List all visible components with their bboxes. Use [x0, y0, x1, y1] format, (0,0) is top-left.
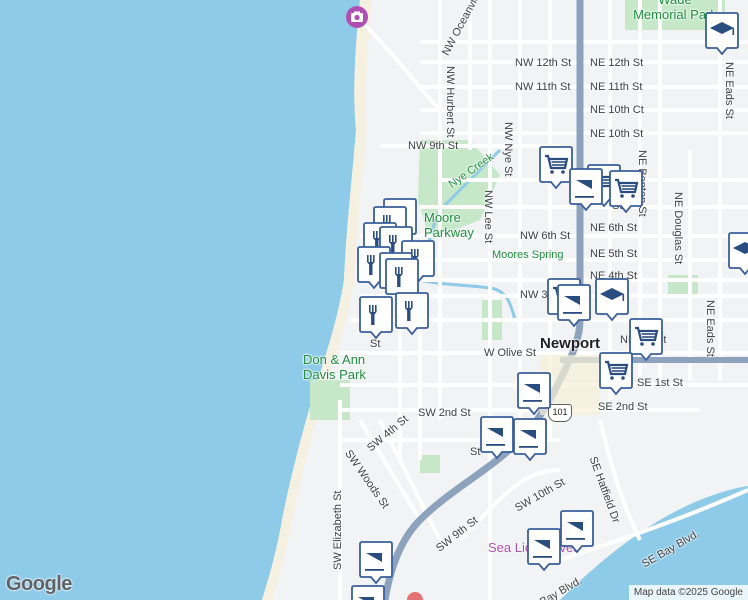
- graduation-cap-icon: [705, 12, 739, 56]
- street-label: NE 10th St: [590, 128, 644, 140]
- street-label: W Olive St: [484, 347, 536, 359]
- map-pin[interactable]: [358, 296, 394, 340]
- map-pin[interactable]: [394, 292, 430, 336]
- map-pin[interactable]: [479, 416, 515, 460]
- shopping-cart-icon: [609, 170, 643, 214]
- street-label: SE 2nd St: [598, 401, 648, 413]
- coffee-cup-icon: [513, 418, 547, 462]
- street-label: NW 6th St: [520, 230, 571, 242]
- map-pin[interactable]: [526, 528, 562, 572]
- street-label: NE 6th St: [590, 222, 638, 234]
- street-label: NE Douglas St: [672, 192, 684, 265]
- graduation-cap-icon: [728, 232, 748, 276]
- coffee-cup-icon: [517, 372, 551, 416]
- restaurant-icon: [395, 292, 429, 336]
- ocean: [0, 0, 360, 600]
- map-pin[interactable]: [704, 12, 740, 56]
- shopping-cart-icon: [599, 352, 633, 396]
- coffee-cup-icon: [560, 510, 594, 554]
- street-label: NE 12th St: [590, 57, 644, 69]
- street-label: SW 2nd St: [418, 407, 471, 419]
- coffee-cup-icon: [557, 284, 591, 328]
- graduation-cap-icon: [595, 278, 629, 322]
- street-label: NW 12th St: [515, 57, 572, 69]
- park-area: [420, 455, 440, 473]
- google-logo: Google: [6, 573, 72, 595]
- coffee-cup-icon: [359, 541, 393, 585]
- street-label: NE 5th St: [590, 248, 638, 260]
- street-label: NW Hurbert St: [444, 66, 456, 138]
- coffee-cup-icon: [480, 416, 514, 460]
- park-label: Don & Ann Davis Park: [303, 352, 366, 382]
- coffee-cup-icon: [351, 585, 385, 600]
- street-label: NE 10th Ct: [590, 104, 644, 116]
- street-label: NW 9th St: [408, 140, 459, 152]
- map-pin[interactable]: [598, 352, 634, 396]
- coffee-cup-icon: [569, 168, 603, 212]
- street-label: NW 11th St: [515, 81, 571, 93]
- poi-dot: [407, 592, 423, 600]
- map-attribution[interactable]: Map data ©2025 Google: [628, 585, 748, 600]
- street-label: NW Lee St: [482, 190, 494, 244]
- street-label: SE 1st St: [637, 377, 683, 389]
- map-pin[interactable]: [556, 284, 592, 328]
- street-label: NE 11th St: [590, 81, 643, 93]
- map-pin[interactable]: [568, 168, 604, 212]
- street-label: SW Elizabeth St: [332, 490, 344, 570]
- park-label: Moores Spring: [492, 249, 564, 261]
- coffee-cup-icon: [527, 528, 561, 572]
- map-canvas[interactable]: NW Oceanview Dr NE 12th St NW 12th St NE…: [0, 0, 748, 600]
- map-pin[interactable]: [594, 278, 630, 322]
- map-pin[interactable]: [516, 372, 552, 416]
- street-label: NE Eads St: [704, 300, 716, 357]
- restaurant-icon: [359, 296, 393, 340]
- street-label: NW Nye St: [502, 122, 514, 177]
- map-pin[interactable]: [608, 170, 644, 214]
- park-label: Moore Parkway: [424, 210, 474, 240]
- city-label: Newport: [540, 335, 600, 352]
- map-pin[interactable]: [358, 541, 394, 585]
- map-pin[interactable]: [512, 418, 548, 462]
- map-pin[interactable]: [559, 510, 595, 554]
- map-pin[interactable]: [350, 585, 386, 600]
- street-label: NE Eads St: [723, 62, 735, 119]
- camera-icon[interactable]: [346, 6, 368, 28]
- map-pin[interactable]: [727, 232, 748, 276]
